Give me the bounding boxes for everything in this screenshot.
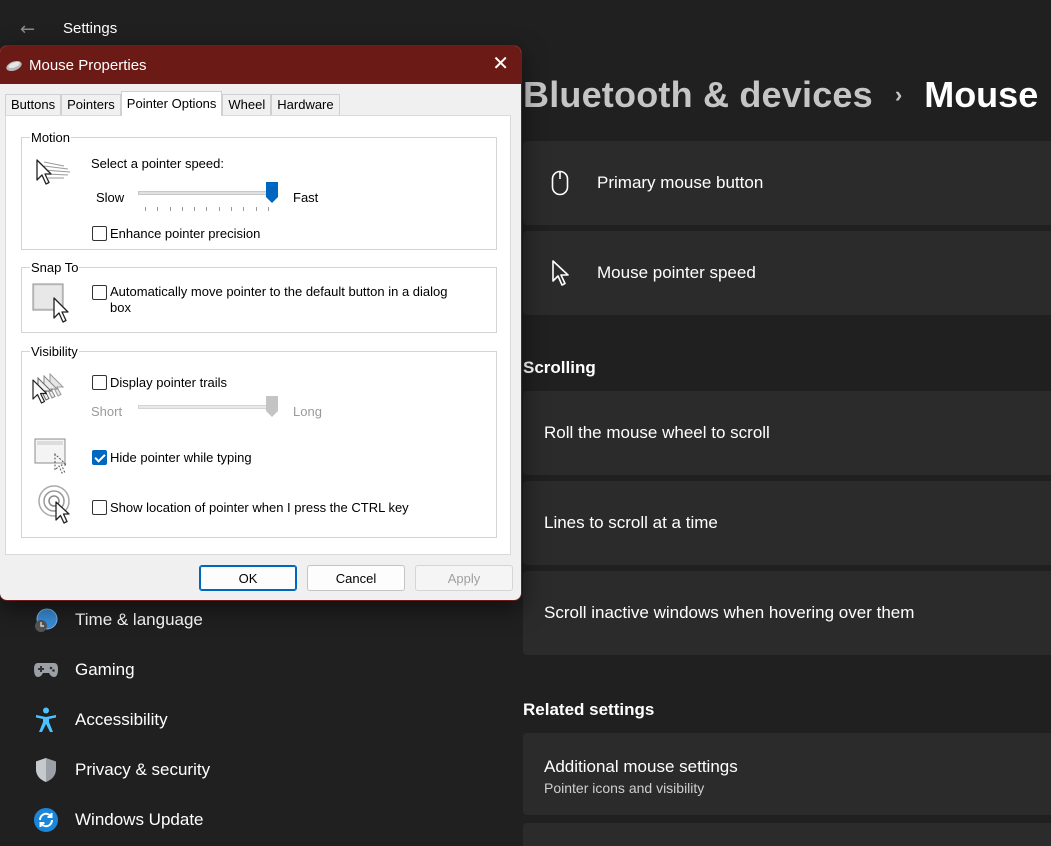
globe-clock-icon [32, 606, 60, 634]
enhance-precision-checkbox[interactable] [92, 226, 107, 241]
section-title-related: Related settings [523, 700, 655, 719]
ctrl-locate-label: Show location of pointer when I press th… [110, 500, 409, 515]
card-label: Mouse pointer speed [597, 263, 756, 282]
apply-button[interactable]: Apply [415, 565, 513, 591]
tab-bar: Buttons Pointers Pointer Options Wheel H… [5, 91, 340, 116]
sidebar-item-accessibility[interactable]: Accessibility [32, 702, 168, 738]
sidebar-item-label: Gaming [75, 660, 135, 679]
dialog-titlebar[interactable]: Mouse Properties ✕ [0, 46, 521, 84]
fast-label: Fast [293, 190, 319, 205]
group-title: Motion [30, 130, 72, 145]
pointer-trails-checkbox[interactable] [92, 375, 107, 390]
breadcrumb-parent[interactable]: Bluetooth & devices [523, 74, 873, 116]
tab-hardware[interactable]: Hardware [271, 94, 340, 116]
back-button[interactable]: ← [20, 20, 40, 40]
card-label: Additional mouse settings [544, 757, 738, 776]
group-title: Visibility [30, 344, 79, 359]
pointer-icon [523, 259, 597, 287]
pointer-trails-icon [32, 372, 76, 411]
breadcrumb: Bluetooth & devices › Mouse [523, 70, 1038, 120]
long-label: Long [293, 404, 322, 419]
mouse-icon [523, 170, 597, 196]
card-label: Roll the mouse wheel to scroll [544, 423, 770, 442]
sidebar-item-privacy-security[interactable]: Privacy & security [32, 752, 210, 788]
motion-group: Motion Select a pointer speed: Slow Fast… [21, 130, 497, 250]
mouse-pointer-speed-card[interactable]: Mouse pointer speed [523, 231, 1051, 315]
tab-buttons[interactable]: Buttons [5, 94, 62, 116]
ctrl-locate-icon [36, 484, 76, 529]
additional-mouse-settings-card[interactable]: Additional mouse settings Pointer icons … [523, 733, 1051, 815]
accessibility-icon [32, 706, 60, 734]
page-title: Mouse [924, 74, 1039, 115]
pointer-speed-slider[interactable] [138, 182, 278, 214]
app-title: Settings [63, 20, 118, 37]
pointer-speed-label: Select a pointer speed: [91, 156, 224, 171]
slider-track [138, 191, 276, 195]
close-icon[interactable]: ✕ [492, 54, 509, 74]
card-label: Primary mouse button [597, 173, 764, 192]
group-title: Snap To [30, 260, 80, 275]
related-card-partial[interactable] [523, 823, 1051, 846]
card-sublabel: Pointer icons and visibility [544, 780, 705, 796]
enhance-precision-label: Enhance pointer precision [110, 226, 261, 241]
dialog-title: Mouse Properties [29, 56, 147, 74]
primary-mouse-button-card[interactable]: Primary mouse button [523, 141, 1051, 225]
gamepad-icon [32, 656, 60, 684]
slow-label: Slow [96, 190, 125, 205]
slider-thumb[interactable] [266, 396, 278, 418]
hide-pointer-checkbox[interactable] [92, 450, 107, 465]
mouse-app-icon [5, 58, 23, 72]
slider-ticks [145, 207, 269, 212]
sidebar-item-label: Privacy & security [75, 760, 211, 779]
update-icon [32, 806, 60, 834]
slider-thumb[interactable] [266, 182, 278, 204]
sidebar-item-label: Windows Update [75, 810, 204, 829]
roll-wheel-card[interactable]: Roll the mouse wheel to scroll [523, 391, 1051, 475]
sidebar-item-label: Time & language [75, 610, 203, 629]
section-title-scrolling: Scrolling [523, 358, 596, 377]
shield-icon [32, 756, 60, 784]
visibility-group: Visibility Display pointer trails Short … [21, 344, 497, 538]
pointer-speed-icon [34, 156, 72, 193]
mouse-properties-dialog: Mouse Properties ✕ Buttons Pointers Poin… [0, 45, 522, 601]
hide-pointer-icon [34, 438, 72, 479]
lines-to-scroll-card[interactable]: Lines to scroll at a time [523, 481, 1051, 565]
card-label: Lines to scroll at a time [544, 513, 718, 532]
pointer-trails-label: Display pointer trails [110, 375, 228, 390]
ctrl-locate-checkbox[interactable] [92, 500, 107, 515]
cancel-button[interactable]: Cancel [307, 565, 405, 591]
sidebar-item-label: Accessibility [75, 710, 168, 729]
short-label: Short [91, 404, 123, 419]
pointer-trails-slider[interactable] [138, 396, 278, 420]
tab-pointer-options[interactable]: Pointer Options [120, 91, 223, 116]
sidebar-item-gaming[interactable]: Gaming [32, 652, 135, 688]
snap-to-checkbox[interactable] [92, 285, 107, 300]
sidebar-item-time-language[interactable]: Time & language [32, 602, 203, 638]
card-label: Scroll inactive windows when hovering ov… [544, 603, 915, 622]
snap-to-label-line2: box [110, 300, 131, 315]
snap-to-group: Snap To Automatically move pointer to th… [21, 260, 497, 333]
ok-button[interactable]: OK [199, 565, 297, 591]
tab-pointers[interactable]: Pointers [61, 94, 121, 116]
snap-to-label-line1: Automatically move pointer to the defaul… [110, 284, 448, 299]
chevron-right-icon: › [894, 82, 903, 107]
tab-wheel[interactable]: Wheel [222, 94, 272, 116]
tab-panel-pointer-options: Motion Select a pointer speed: Slow Fast… [5, 115, 511, 555]
snap-to-icon [32, 282, 76, 329]
slider-track [138, 405, 276, 409]
sidebar-item-windows-update[interactable]: Windows Update [32, 802, 204, 838]
hide-pointer-label: Hide pointer while typing [110, 450, 252, 465]
scroll-inactive-card[interactable]: Scroll inactive windows when hovering ov… [523, 571, 1051, 655]
